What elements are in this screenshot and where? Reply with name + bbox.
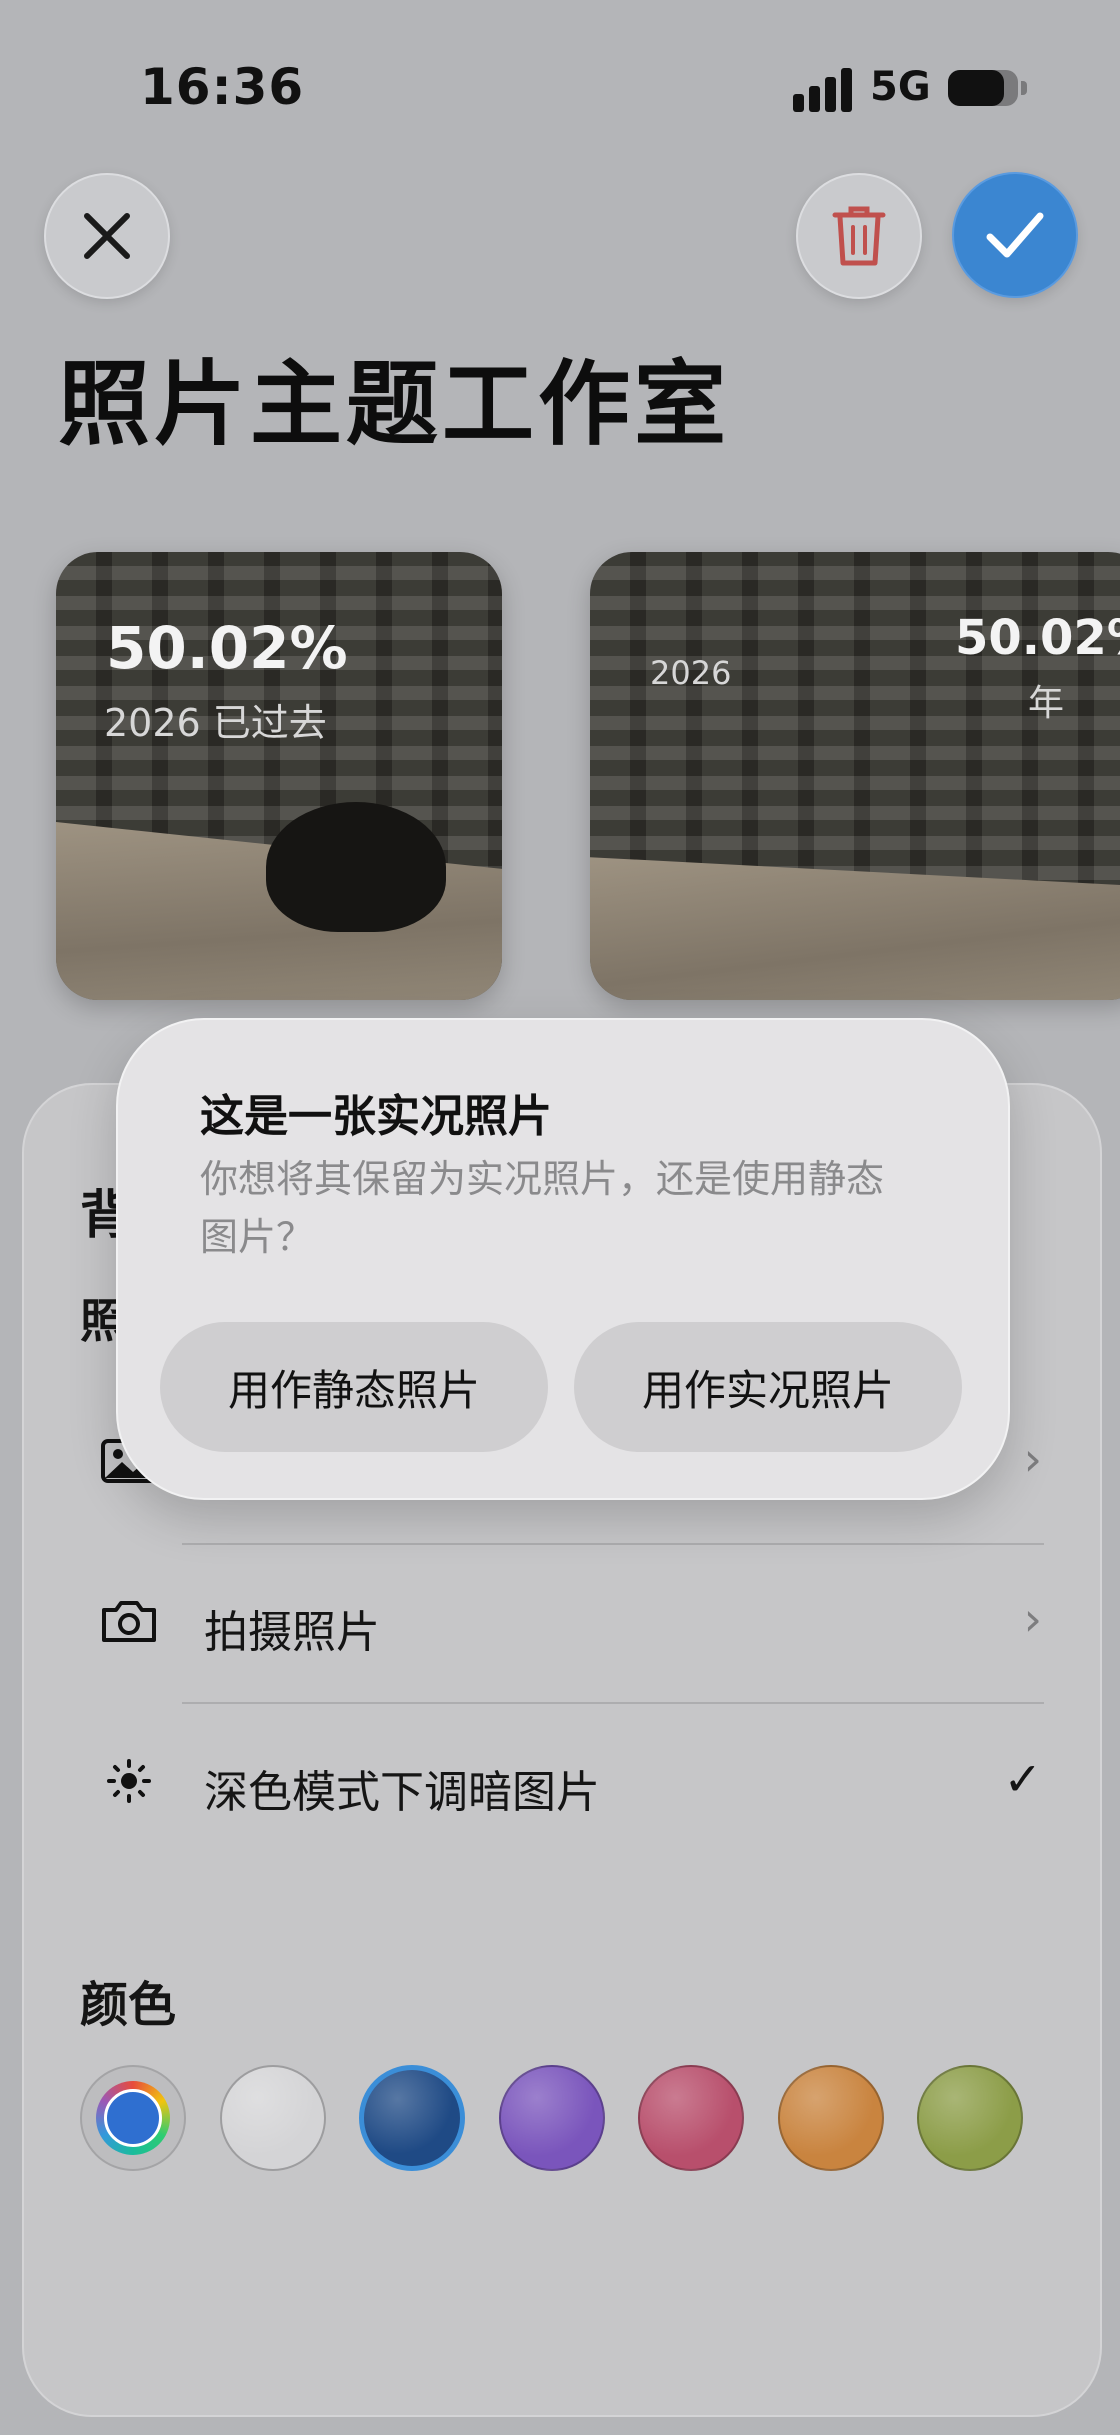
xmark-icon	[84, 213, 130, 259]
divider	[182, 1543, 1044, 1545]
live-photo-dialog: 这是一张实况照片 你想将其保留为实况照片，还是使用静态图片？ 用作静态照片 用作…	[116, 1018, 1010, 1500]
preview-percent: 50.02%	[955, 610, 1120, 666]
status-bar: 16:36 5G	[0, 0, 1120, 180]
theme-preview-card[interactable]: 50.02% 2026 已过去	[56, 552, 502, 1000]
confirm-button[interactable]	[952, 172, 1078, 298]
delete-button[interactable]	[796, 173, 922, 299]
take-photo-row[interactable]: 拍摄照片 ›	[74, 1570, 1054, 1670]
dialog-title: 这是一张实况照片	[200, 1091, 552, 1142]
color-swatch-purple[interactable]	[498, 2065, 605, 2171]
preview-unit: 年	[1028, 683, 1065, 724]
preview-year: 2026	[650, 654, 732, 692]
battery-icon	[948, 70, 1027, 106]
cellular-signal-icon	[793, 68, 853, 112]
close-button[interactable]	[44, 173, 170, 299]
status-time: 16:36	[140, 58, 305, 116]
color-swatch-pink[interactable]	[638, 2065, 744, 2171]
dim-in-dark-mode-row[interactable]: 深色模式下调暗图片 ✓	[74, 1730, 1054, 1830]
page-title: 照片主题工作室	[58, 351, 731, 458]
color-swatch-orange[interactable]	[777, 2065, 884, 2171]
colors-heading: 颜色	[80, 1977, 177, 2033]
preview-percent: 50.02%	[106, 614, 348, 682]
preview-subtitle: 2026 已过去	[104, 701, 327, 745]
dialog-message: 你想将其保留为实况照片，还是使用静态图片？	[200, 1157, 885, 1259]
use-still-photo-button[interactable]: 用作静态照片	[160, 1322, 548, 1452]
chevron-right-icon: ›	[1023, 1432, 1042, 1486]
chevron-right-icon: ›	[1023, 1592, 1042, 1646]
color-swatch-olive[interactable]	[917, 2065, 1023, 2171]
divider	[182, 1702, 1044, 1704]
use-live-photo-button[interactable]: 用作实况照片	[574, 1322, 962, 1452]
color-swatch-multicolor[interactable]	[80, 2065, 186, 2171]
camera-icon	[102, 1601, 156, 1642]
theme-preview-card[interactable]: 2026 50.02% 年	[590, 552, 1120, 1000]
color-swatch-white[interactable]	[219, 2065, 326, 2171]
sun-icon	[107, 1759, 151, 1803]
checkmark-icon: ✓	[1003, 1752, 1042, 1806]
checkmark-icon	[986, 212, 1044, 258]
row-label: 深色模式下调暗图片	[204, 1767, 600, 1818]
color-swatch-blue[interactable]	[359, 2065, 465, 2171]
row-label: 拍摄照片	[204, 1607, 380, 1658]
network-type: 5G	[870, 64, 931, 110]
trash-icon	[832, 206, 886, 266]
